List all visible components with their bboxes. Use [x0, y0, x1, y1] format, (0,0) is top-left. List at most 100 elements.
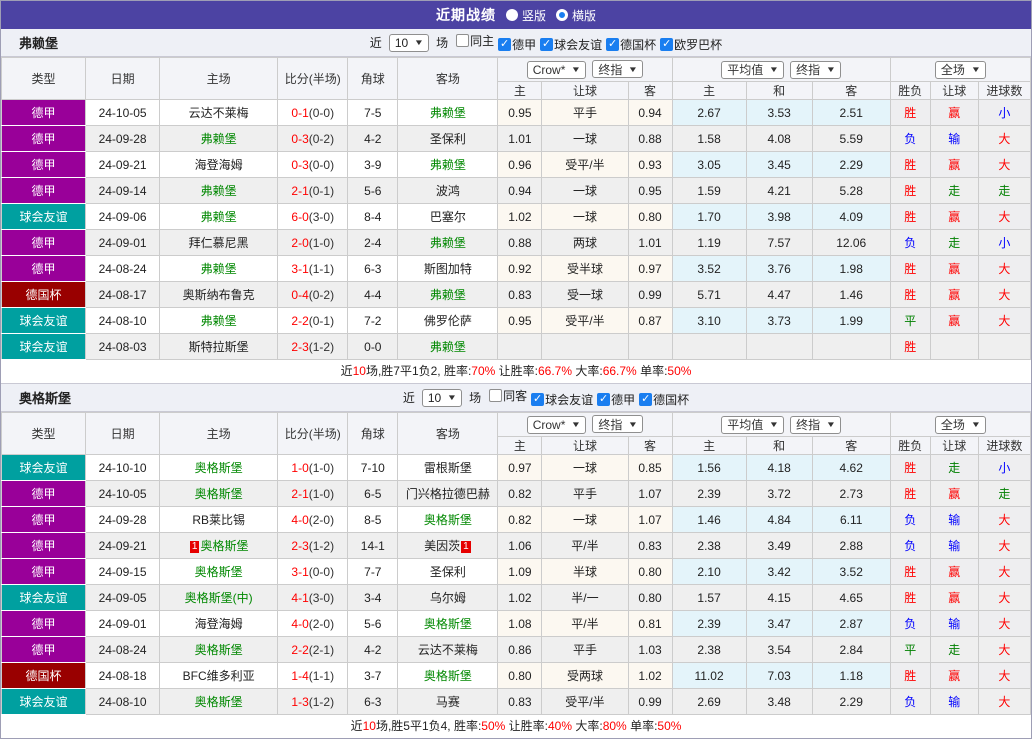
team-link: 波鸿	[435, 184, 460, 198]
halftime-score: (2-0)	[308, 512, 335, 527]
match-type-badge: 球会友谊	[0, 203, 87, 230]
odds-header-group: Crow* ▼ 终指 ▼	[497, 57, 673, 82]
filter-checkbox[interactable]: ✓ 德国杯	[606, 36, 656, 53]
filter-checkbox-label: 同主	[470, 34, 495, 48]
checkbox-unchecked-icon[interactable]	[456, 34, 470, 47]
checkbox-checked-icon[interactable]: ✓	[597, 393, 611, 406]
corner-count: 6-3	[347, 255, 399, 282]
odds-final-select[interactable]: 终指 ▼	[592, 415, 644, 434]
team-link: BFC维多利亚	[182, 669, 255, 683]
odds-home: 0.83	[497, 281, 543, 308]
filter-checkbox[interactable]: ✓ 欧罗巴杯	[660, 36, 722, 53]
avg-source-select[interactable]: 平均值 ▼	[721, 60, 785, 79]
checkbox-checked-icon[interactable]: ✓	[531, 393, 545, 406]
recent-count-select[interactable]: 10 ▼	[421, 388, 463, 407]
odds-away: 1.03	[627, 636, 673, 663]
team-link: 门兴格拉德巴赫	[405, 487, 490, 501]
match-date: 24-08-24	[85, 255, 161, 282]
checkbox-checked-icon[interactable]: ✓	[606, 38, 620, 51]
radio-unchecked-icon[interactable]	[505, 9, 518, 21]
match-filters: 近 10 ▼ 场 同主 ✓ 德甲 ✓ 球会友谊 ✓ 德国杯 ✓ 欧罗巴杯	[370, 32, 722, 53]
checkbox-checked-icon[interactable]: ✓	[498, 38, 512, 51]
title-bar: 近期战绩 竖版 横版	[1, 1, 1031, 29]
filter-checkbox-label: 德甲	[512, 38, 537, 52]
odds-handicap: 受平/半	[541, 307, 629, 334]
away-team: 马赛	[397, 688, 499, 715]
checkbox-checked-icon[interactable]: ✓	[639, 393, 653, 406]
filter-checkbox[interactable]: 同主	[456, 32, 494, 49]
odds-handicap: 一球	[541, 506, 629, 533]
column-header: 客场	[397, 412, 499, 455]
scope-select[interactable]: 全场 ▼	[934, 415, 986, 434]
filter-checkbox[interactable]: ✓ 球会友谊	[540, 36, 602, 53]
score-cell: 0-3(0-0)	[277, 151, 349, 178]
avg-final-select[interactable]: 终指 ▼	[790, 415, 842, 434]
fulltime-score: 2-1	[291, 183, 309, 198]
match-type-badge: 德国杯	[0, 662, 87, 689]
fulltime-score: 0-3	[291, 157, 309, 172]
halftime-score: (1-2)	[308, 694, 335, 709]
avg-home: 3.52	[671, 255, 747, 282]
team-link: 奥格斯堡	[194, 695, 243, 709]
halftime-score: (1-0)	[308, 460, 335, 475]
layout-radio-horizontal[interactable]: 横版	[556, 7, 596, 24]
filter-checkbox[interactable]: ✓ 球会友谊	[531, 391, 593, 408]
match-date: 24-10-05	[85, 99, 161, 126]
recent-count-select[interactable]: 10 ▼	[388, 33, 430, 52]
corner-count: 7-5	[347, 99, 399, 126]
layout-radio-vertical[interactable]: 竖版	[505, 7, 546, 24]
filter-checkbox[interactable]: ✓ 德甲	[498, 36, 536, 53]
team-link: 弗赖堡	[200, 314, 237, 328]
column-header: 客	[627, 81, 673, 100]
avg-away: 1.18	[811, 662, 891, 689]
select-value: 平均值	[727, 418, 764, 432]
filter-checkbox[interactable]: 同客	[489, 387, 527, 404]
select-value: Crow*	[532, 417, 566, 432]
match-type-badge: 德甲	[0, 558, 87, 585]
result-wdl: 胜	[889, 177, 931, 204]
result-goals: 大	[977, 662, 1032, 689]
away-team: 弗赖堡	[397, 151, 499, 178]
score-cell: 2-2(2-1)	[277, 636, 349, 663]
summary-part: 66.7%	[602, 364, 637, 378]
odds-source-select[interactable]: Crow* ▼	[526, 60, 587, 79]
radio-checked-icon[interactable]	[556, 9, 568, 21]
result-goals: 大	[977, 532, 1032, 559]
match-type-badge: 德甲	[0, 255, 87, 282]
fulltime-score: 1-0	[291, 460, 309, 475]
column-header: 主	[497, 81, 543, 100]
scope-select[interactable]: 全场 ▼	[934, 60, 986, 79]
summary-part: 80%	[602, 719, 627, 733]
avg-draw: 4.47	[745, 281, 813, 308]
team-link: 奥格斯堡	[194, 461, 243, 475]
table-row: 德甲 24-09-21 1 奥格斯堡 2-3(1-2) 14-1 美因茨 1 1.06 平/半 0.…	[0, 532, 1032, 559]
corner-count: 4-2	[347, 125, 399, 152]
odds-away: 0.99	[627, 281, 673, 308]
competition-checkboxes: 同主 ✓ 德甲 ✓ 球会友谊 ✓ 德国杯 ✓ 欧罗巴杯	[452, 32, 722, 53]
corner-count: 4-2	[347, 636, 399, 663]
odds-source-select[interactable]: Crow* ▼	[526, 415, 587, 434]
away-team: 美因茨 1	[397, 532, 499, 559]
filter-checkbox[interactable]: ✓ 德国杯	[639, 391, 689, 408]
odds-away: 0.80	[627, 558, 673, 585]
table-row: 球会友谊 24-09-06 弗赖堡 6-0(3-0) 8-4 巴塞尔 1.02 一球 0.80 1…	[0, 203, 1032, 230]
avg-source-select[interactable]: 平均值 ▼	[721, 415, 785, 434]
checkbox-checked-icon[interactable]: ✓	[540, 38, 554, 51]
halftime-score: (1-2)	[308, 339, 335, 354]
avg-final-select[interactable]: 终指 ▼	[790, 60, 842, 79]
halftime-score: (1-0)	[308, 486, 335, 501]
odds-away: 1.07	[627, 506, 673, 533]
match-type-badge: 球会友谊	[0, 307, 87, 334]
result-wdl: 负	[889, 125, 931, 152]
away-team: 弗赖堡	[397, 333, 499, 360]
checkbox-unchecked-icon[interactable]	[489, 389, 503, 402]
fulltime-score: 2-2	[291, 642, 309, 657]
recent-label: 近	[369, 36, 382, 50]
corner-count: 7-7	[347, 558, 399, 585]
corner-count: 5-6	[347, 177, 399, 204]
filter-checkbox[interactable]: ✓ 德甲	[597, 391, 635, 408]
matches-table: 类型 日期 主场 比分(半场) 角球 客场 Crow* ▼ 终指 ▼ 平均值 ▼ 终指 ▼ …	[0, 412, 1032, 715]
odds-final-select[interactable]: 终指 ▼	[592, 60, 644, 79]
checkbox-checked-icon[interactable]: ✓	[660, 38, 674, 51]
home-team: 斯特拉斯堡	[159, 333, 279, 360]
